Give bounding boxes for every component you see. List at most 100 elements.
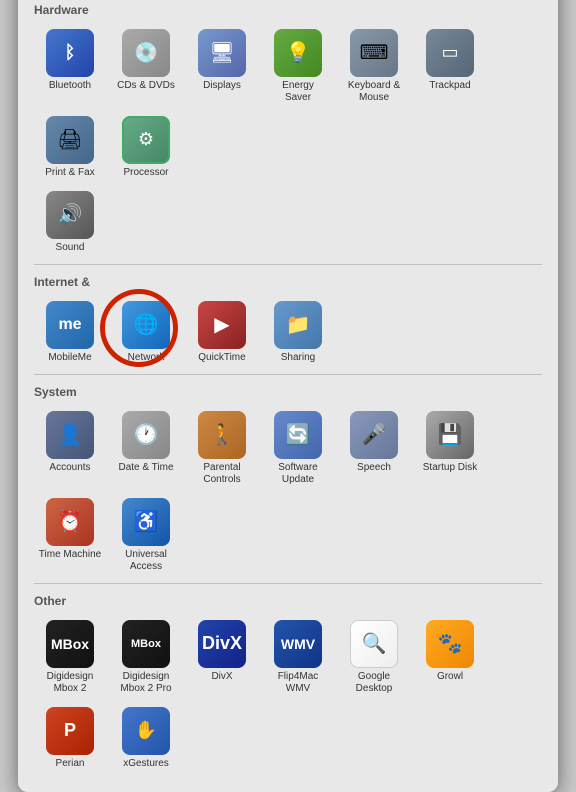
divider-3 bbox=[34, 374, 542, 375]
displays-label: Displays bbox=[203, 80, 241, 92]
section-label-hardware: Hardware bbox=[34, 3, 542, 17]
sound-label: Sound bbox=[56, 242, 85, 254]
datetime-icon: 🕐 bbox=[122, 411, 170, 459]
system-preferences-window: ◀ ▶ Show All System Preferences 🔍 Person… bbox=[18, 0, 558, 792]
energy-label: EnergySaver bbox=[282, 80, 314, 104]
network-label: Network bbox=[128, 352, 165, 364]
hardware-grid-2: 🔊 Sound bbox=[34, 187, 542, 258]
pref-sharing[interactable]: 📁 Sharing bbox=[262, 297, 334, 368]
printfax-label: Print & Fax bbox=[45, 167, 94, 179]
pref-divx[interactable]: DivX DivX bbox=[186, 616, 258, 699]
pref-perian[interactable]: P Perian bbox=[34, 703, 106, 774]
sharing-icon: 📁 bbox=[274, 301, 322, 349]
pref-speech[interactable]: 🎤 Speech bbox=[338, 407, 410, 490]
printfax-icon: 🖨 bbox=[46, 116, 94, 164]
section-label-other: Other bbox=[34, 594, 542, 608]
pref-digi2[interactable]: MBox DigidesignMbox 2 Pro bbox=[110, 616, 182, 699]
universal-label: UniversalAccess bbox=[125, 549, 167, 573]
other-grid: MBox DigidesignMbox 2 MBox DigidesignMbo… bbox=[34, 616, 542, 774]
digi1-icon: MBox bbox=[46, 620, 94, 668]
startup-label: Startup Disk bbox=[423, 462, 477, 474]
pref-keyboard[interactable]: ⌨ Keyboard &Mouse bbox=[338, 25, 410, 108]
startup-icon: 💾 bbox=[426, 411, 474, 459]
xgestures-label: xGestures bbox=[123, 758, 169, 770]
perian-label: Perian bbox=[56, 758, 85, 770]
keyboard-icon: ⌨ bbox=[350, 29, 398, 77]
quicktime-label: QuickTime bbox=[198, 352, 245, 364]
pref-software[interactable]: 🔄 SoftwareUpdate bbox=[262, 407, 334, 490]
speech-label: Speech bbox=[357, 462, 391, 474]
trackpad-icon: ▭ bbox=[426, 29, 474, 77]
system-grid: 👤 Accounts 🕐 Date & Time 🚶 ParentalContr… bbox=[34, 407, 542, 577]
keyboard-label: Keyboard &Mouse bbox=[348, 80, 400, 104]
internet-grid: me MobileMe 🌐 Network ▶ QuickTime 📁 bbox=[34, 297, 542, 368]
network-icon: 🌐 bbox=[122, 301, 170, 349]
parental-label: ParentalControls bbox=[203, 462, 240, 486]
digi1-label: DigidesignMbox 2 bbox=[47, 671, 94, 695]
trackpad-label: Trackpad bbox=[429, 80, 470, 92]
timemachine-label: Time Machine bbox=[39, 549, 101, 561]
preferences-content: Personal 🖥 Appearance 🖼 Desktop &Screen … bbox=[18, 0, 558, 792]
pref-network[interactable]: 🌐 Network bbox=[110, 297, 182, 368]
energy-icon: 💡 bbox=[274, 29, 322, 77]
sound-icon: 🔊 bbox=[46, 191, 94, 239]
divider-2 bbox=[34, 264, 542, 265]
pref-displays[interactable]: 🖥 Displays bbox=[186, 25, 258, 108]
divx-label: DivX bbox=[211, 671, 232, 683]
google-label: GoogleDesktop bbox=[356, 671, 393, 695]
pref-cds[interactable]: 💿 CDs & DVDs bbox=[110, 25, 182, 108]
pref-startup[interactable]: 💾 Startup Disk bbox=[414, 407, 486, 490]
pref-growl[interactable]: 🐾 Growl bbox=[414, 616, 486, 699]
perian-icon: P bbox=[46, 707, 94, 755]
hardware-grid: ᛒ Bluetooth 💿 CDs & DVDs 🖥 Displays 💡 bbox=[34, 25, 542, 183]
digi2-icon: MBox bbox=[122, 620, 170, 668]
pref-digi1[interactable]: MBox DigidesignMbox 2 bbox=[34, 616, 106, 699]
pref-quicktime[interactable]: ▶ QuickTime bbox=[186, 297, 258, 368]
quicktime-icon: ▶ bbox=[198, 301, 246, 349]
cds-icon: 💿 bbox=[122, 29, 170, 77]
pref-datetime[interactable]: 🕐 Date & Time bbox=[110, 407, 182, 490]
growl-label: Growl bbox=[437, 671, 463, 683]
pref-energy[interactable]: 💡 EnergySaver bbox=[262, 25, 334, 108]
pref-processor[interactable]: ⚙ Processor bbox=[110, 112, 182, 183]
section-label-system: System bbox=[34, 385, 542, 399]
pref-xgestures[interactable]: ✋ xGestures bbox=[110, 703, 182, 774]
pref-flip4mac[interactable]: WMV Flip4MacWMV bbox=[262, 616, 334, 699]
divider-4 bbox=[34, 583, 542, 584]
processor-label: Processor bbox=[123, 167, 168, 179]
speech-icon: 🎤 bbox=[350, 411, 398, 459]
pref-accounts[interactable]: 👤 Accounts bbox=[34, 407, 106, 490]
processor-icon: ⚙ bbox=[122, 116, 170, 164]
mobileme-icon: me bbox=[46, 301, 94, 349]
pref-timemachine[interactable]: ⏰ Time Machine bbox=[34, 494, 106, 577]
flip4mac-icon: WMV bbox=[274, 620, 322, 668]
accounts-label: Accounts bbox=[49, 462, 90, 474]
software-icon: 🔄 bbox=[274, 411, 322, 459]
accounts-icon: 👤 bbox=[46, 411, 94, 459]
flip4mac-label: Flip4MacWMV bbox=[278, 671, 319, 695]
pref-parental[interactable]: 🚶 ParentalControls bbox=[186, 407, 258, 490]
section-label-internet: Internet & bbox=[34, 275, 542, 289]
parental-icon: 🚶 bbox=[198, 411, 246, 459]
divx-icon: DivX bbox=[198, 620, 246, 668]
displays-icon: 🖥 bbox=[198, 29, 246, 77]
pref-universal[interactable]: ♿ UniversalAccess bbox=[110, 494, 182, 577]
pref-bluetooth[interactable]: ᛒ Bluetooth bbox=[34, 25, 106, 108]
mobileme-label: MobileMe bbox=[48, 352, 91, 364]
pref-printfax[interactable]: 🖨 Print & Fax bbox=[34, 112, 106, 183]
pref-sound[interactable]: 🔊 Sound bbox=[34, 187, 106, 258]
bluetooth-label: Bluetooth bbox=[49, 80, 91, 92]
software-label: SoftwareUpdate bbox=[278, 462, 317, 486]
pref-google[interactable]: 🔍 GoogleDesktop bbox=[338, 616, 410, 699]
cds-label: CDs & DVDs bbox=[117, 80, 175, 92]
google-icon: 🔍 bbox=[350, 620, 398, 668]
growl-icon: 🐾 bbox=[426, 620, 474, 668]
bluetooth-icon: ᛒ bbox=[46, 29, 94, 77]
pref-mobileme[interactable]: me MobileMe bbox=[34, 297, 106, 368]
pref-trackpad[interactable]: ▭ Trackpad bbox=[414, 25, 486, 108]
datetime-label: Date & Time bbox=[118, 462, 173, 474]
sharing-label: Sharing bbox=[281, 352, 315, 364]
xgestures-icon: ✋ bbox=[122, 707, 170, 755]
timemachine-icon: ⏰ bbox=[46, 498, 94, 546]
universal-icon: ♿ bbox=[122, 498, 170, 546]
